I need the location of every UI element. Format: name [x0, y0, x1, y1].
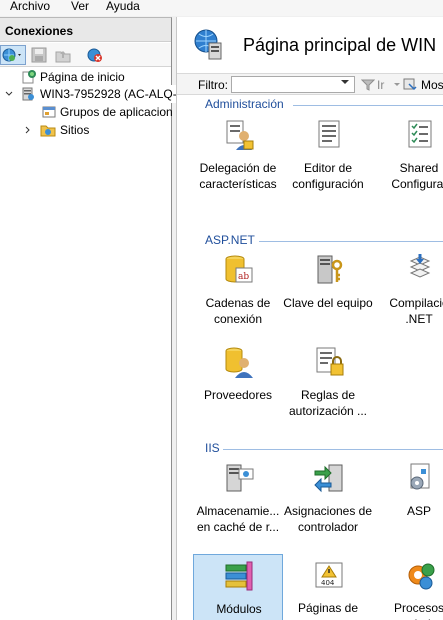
- filter-label: Filtro:: [198, 78, 228, 92]
- tile-label: Reglas de autorización ...: [288, 388, 368, 418]
- tile-label: Compilació .NET: [389, 296, 443, 326]
- tile-output-caching[interactable]: Almacenamie... en caché de r...: [193, 457, 283, 539]
- group-header-administracion: Administración: [205, 97, 284, 111]
- tile-label: Shared Configurat: [391, 161, 443, 191]
- worker-processes-icon: [408, 563, 435, 590]
- connections-title: Conexiones: [5, 24, 74, 38]
- group-divider: [259, 241, 443, 242]
- tile-label: Módulos: [216, 602, 262, 616]
- tile-authorization-rules[interactable]: Reglas de autorización ...: [283, 341, 373, 423]
- tree-label: Sitios: [60, 123, 90, 137]
- svg-text:404: 404: [321, 579, 335, 587]
- tile-asp[interactable]: ASP: [374, 457, 443, 539]
- tile-label: Editor de configuración: [292, 161, 364, 191]
- modules-icon: [225, 561, 253, 591]
- group-divider: [223, 449, 443, 450]
- tile-handler-mappings[interactable]: Asignaciones de controlador: [283, 457, 373, 539]
- connections-pane: Conexiones Página de inicio WIN3-7952928…: [0, 17, 177, 620]
- menu-ver[interactable]: Ver: [71, 0, 89, 13]
- menu-archivo[interactable]: Archivo: [10, 0, 50, 13]
- chevron-down-icon[interactable]: [5, 90, 13, 98]
- authorization-rules-icon: [316, 347, 344, 376]
- feature-delegation-icon: [226, 120, 254, 150]
- features-pane: Página principal de WIN Filtro: Ir Mos A…: [176, 17, 443, 620]
- tile-worker-processes[interactable]: Procesos trabajo: [374, 554, 443, 620]
- tree-item-sites[interactable]: Sitios: [0, 121, 171, 139]
- features-view: Administración Delegación de característ…: [177, 96, 443, 620]
- tile-feature-delegation[interactable]: Delegación de características: [193, 114, 283, 196]
- group-divider: [293, 105, 443, 106]
- output-caching-icon: [226, 464, 254, 492]
- tile-label: Proveedores: [203, 388, 273, 402]
- menu-ayuda[interactable]: Ayuda: [106, 0, 140, 13]
- disconnect-button[interactable]: [86, 46, 104, 64]
- chevron-right-icon[interactable]: [24, 126, 32, 134]
- shared-configuration-icon: [408, 120, 432, 148]
- tree-item-app-pools[interactable]: Grupos de aplicacion: [0, 103, 173, 121]
- tile-label: Delegación de características: [199, 161, 277, 191]
- tile-compilation[interactable]: Compilació .NET: [374, 249, 443, 331]
- tile-label: Clave del equipo: [283, 296, 373, 310]
- compilation-icon: [409, 254, 431, 278]
- folder-up-icon: [55, 51, 71, 63]
- tile-label: Cadenas de conexión: [205, 296, 271, 326]
- providers-icon: [225, 347, 253, 378]
- up-button[interactable]: [54, 46, 72, 64]
- save-icon: [31, 47, 47, 63]
- globe-connect-icon: [2, 48, 21, 62]
- error-pages-icon: 404: [315, 562, 343, 588]
- chevron-down-icon[interactable]: [394, 83, 400, 86]
- funnel-icon[interactable]: [361, 78, 375, 92]
- tile-label: Procesos trabajo: [393, 601, 443, 620]
- disconnect-icon: [87, 48, 102, 62]
- server-home-icon: [194, 29, 222, 60]
- filter-input[interactable]: [231, 76, 355, 93]
- configuration-editor-icon: [318, 120, 340, 148]
- tile-error-pages[interactable]: 404 Páginas de errores: [283, 554, 373, 620]
- tile-label: Almacenamie... en caché de r...: [196, 504, 280, 534]
- tile-modules[interactable]: Módulos: [193, 554, 283, 620]
- tile-configuration-editor[interactable]: Editor de configuración: [283, 114, 373, 196]
- tile-machine-key[interactable]: Clave del equipo: [283, 249, 373, 331]
- save-button[interactable]: [30, 46, 48, 64]
- tree-label: Página de inicio: [40, 70, 125, 84]
- server-icon: [22, 87, 34, 101]
- tile-providers[interactable]: Proveedores: [193, 341, 283, 423]
- go-button[interactable]: Ir: [377, 78, 384, 92]
- menu-bar: Archivo Ver Ayuda: [0, 0, 443, 16]
- tile-label: Páginas de errores: [297, 601, 359, 620]
- connections-header: Conexiones: [0, 18, 171, 42]
- tree-item-server[interactable]: WIN3-7952928 (AC-ALQ-: [0, 85, 177, 103]
- application-pools-icon: [42, 106, 56, 118]
- svg-text:ab: ab: [238, 272, 249, 282]
- connection-strings-icon: ab: [225, 255, 253, 283]
- start-page-icon: [22, 70, 36, 84]
- machine-key-icon: [317, 255, 343, 284]
- page-header: Página principal de WIN: [177, 17, 443, 73]
- handler-mappings-icon: [314, 464, 343, 493]
- tree-item-start-page[interactable]: Página de inicio: [0, 68, 171, 86]
- filter-bar: Filtro: Ir Mos: [177, 73, 443, 95]
- group-header-aspnet: ASP.NET: [205, 233, 255, 247]
- tile-label: ASP: [406, 504, 431, 518]
- page-title: Página principal de WIN: [243, 35, 437, 55]
- show-all-icon[interactable]: [403, 77, 419, 93]
- tree-label: WIN3-7952928 (AC-ALQ-: [40, 85, 177, 103]
- show-all-button[interactable]: Mos: [421, 78, 443, 92]
- connect-button[interactable]: [0, 45, 26, 65]
- tile-shared-configuration[interactable]: Shared Configurat: [374, 114, 443, 196]
- group-header-iis: IIS: [205, 441, 220, 455]
- tree-label: Grupos de aplicacion: [60, 105, 173, 119]
- tile-label: Asignaciones de controlador: [283, 504, 373, 534]
- connections-toolbar: [0, 43, 171, 67]
- tile-connection-strings[interactable]: ab Cadenas de conexión: [193, 249, 283, 331]
- sites-icon: [40, 125, 56, 137]
- asp-icon: [410, 463, 430, 490]
- chevron-down-icon[interactable]: [341, 80, 349, 84]
